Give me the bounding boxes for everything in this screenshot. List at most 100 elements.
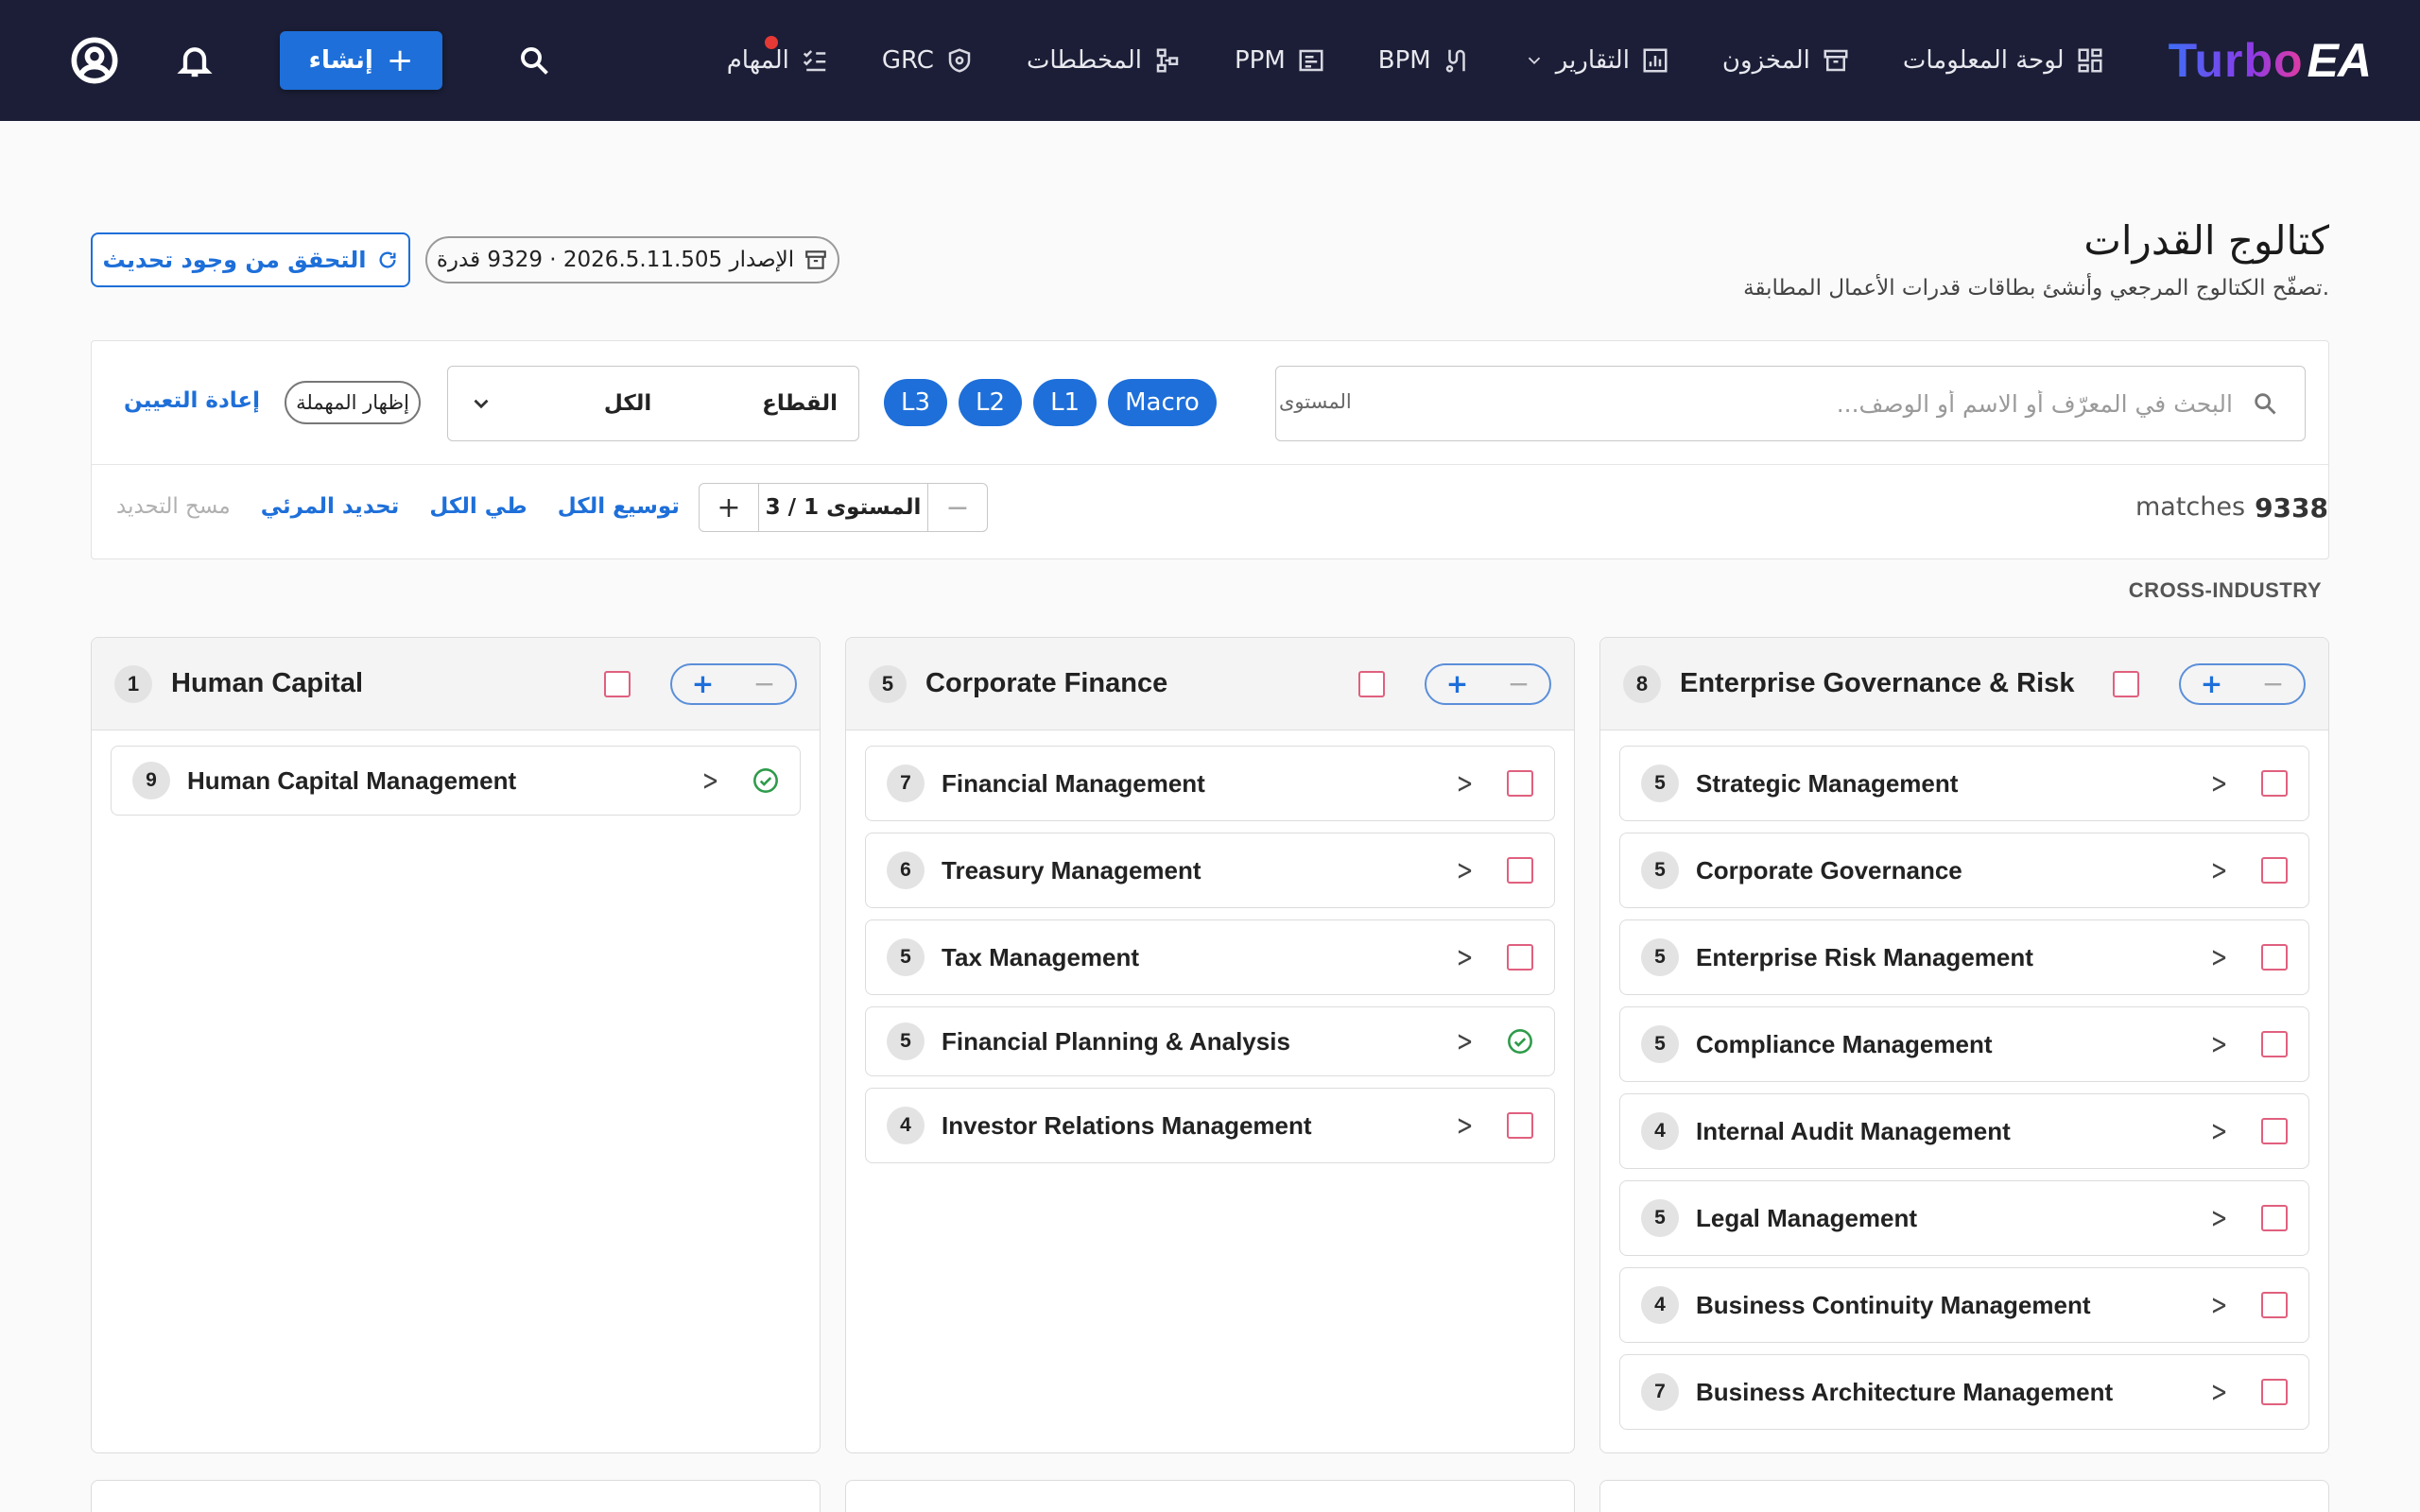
column-header[interactable]: 1 Human Capital + − xyxy=(92,638,820,730)
select-visible-link[interactable]: تحديد المرئي xyxy=(246,494,415,519)
capability-row[interactable]: 4 Internal Audit Management > xyxy=(1619,1093,2309,1169)
select-checkbox[interactable] xyxy=(2261,1031,2288,1057)
chevron-right-icon[interactable]: > xyxy=(2211,1289,2228,1322)
chevron-right-icon[interactable]: > xyxy=(1457,767,1474,800)
search-button[interactable] xyxy=(500,26,568,94)
capability-row[interactable]: 5 Financial Planning & Analysis > xyxy=(865,1006,1555,1076)
chevron-right-icon[interactable]: > xyxy=(2211,941,2228,974)
chevron-right-icon[interactable]: > xyxy=(1457,941,1474,974)
expand-collapse-toggle: + − xyxy=(1425,662,1551,705)
select-checkbox[interactable] xyxy=(2261,1379,2288,1405)
capability-row[interactable]: 5 Enterprise Risk Management > xyxy=(1619,919,2309,995)
capability-row[interactable]: 5 Legal Management > xyxy=(1619,1180,2309,1256)
level-filter-label: المستوى xyxy=(1279,390,1352,413)
chevron-right-icon[interactable]: > xyxy=(1457,1025,1474,1058)
create-button[interactable]: + إنشاء xyxy=(280,31,442,90)
chevron-right-icon[interactable]: > xyxy=(2211,767,2228,800)
show-deprecated-toggle[interactable]: إظهار المهملة xyxy=(285,381,421,424)
child-count-badge: 5 xyxy=(887,938,925,976)
select-checkbox[interactable] xyxy=(2261,770,2288,797)
collapse-button[interactable]: − xyxy=(1488,668,1549,699)
level-chip-l3[interactable]: L3 xyxy=(884,379,948,426)
expand-button[interactable]: + xyxy=(1426,668,1488,699)
nav-ppm[interactable]: PPM xyxy=(1208,0,1352,121)
nav-reports-label: التقارير xyxy=(1555,46,1630,75)
column-title: Enterprise Governance & Risk xyxy=(1680,668,2075,698)
expand-button[interactable]: + xyxy=(672,668,734,699)
project-icon xyxy=(1299,49,1323,72)
select-checkbox[interactable] xyxy=(1507,770,1533,797)
level-chip-l1[interactable]: L1 xyxy=(1033,379,1098,426)
select-checkbox[interactable] xyxy=(604,670,631,697)
notification-dot xyxy=(764,36,778,49)
capability-list: 9 Human Capital Management > xyxy=(92,730,820,816)
search-icon xyxy=(2255,393,2276,415)
child-count-badge: 4 xyxy=(1641,1286,1679,1324)
check-for-update-button[interactable]: التحقق من وجود تحديث xyxy=(91,232,410,287)
capability-row[interactable]: 5 Corporate Governance > xyxy=(1619,833,2309,908)
capability-title: Tax Management xyxy=(942,942,1140,971)
chevron-right-icon[interactable]: > xyxy=(2211,1376,2228,1409)
select-checkbox[interactable] xyxy=(1358,670,1385,697)
catalog-search-input[interactable] xyxy=(1305,375,2233,432)
level-decrease-button[interactable]: − xyxy=(928,484,987,531)
notifications-button[interactable] xyxy=(161,26,229,94)
select-checkbox[interactable] xyxy=(1507,944,1533,971)
child-count-badge: 5 xyxy=(887,1022,925,1060)
select-checkbox[interactable] xyxy=(2261,857,2288,884)
select-checkbox[interactable] xyxy=(2261,944,2288,971)
nav-inventory[interactable]: المخزون xyxy=(1696,0,1876,121)
expand-all-link[interactable]: توسيع الكل xyxy=(543,494,695,519)
column-header[interactable]: 5 Corporate Finance + − xyxy=(846,638,1574,730)
level-chip-macro[interactable]: Macro xyxy=(1108,379,1217,426)
column-header[interactable]: 8 Enterprise Governance & Risk + − xyxy=(1600,638,2328,730)
nav-grc[interactable]: GRC xyxy=(856,0,1000,121)
child-count-badge: 7 xyxy=(887,765,925,802)
capability-row[interactable]: 5 Strategic Management > xyxy=(1619,746,2309,821)
clear-selection-link[interactable]: مسح التحديد xyxy=(101,494,246,519)
chevron-right-icon[interactable]: > xyxy=(2211,1202,2228,1235)
sector-select[interactable]: القطاع الكل xyxy=(447,366,859,441)
capability-row[interactable]: 4 Investor Relations Management > xyxy=(865,1088,1555,1163)
chevron-right-icon[interactable]: > xyxy=(1457,854,1474,887)
search-box[interactable] xyxy=(1275,366,2306,441)
collapse-button[interactable]: − xyxy=(2242,668,2304,699)
chevron-right-icon[interactable]: > xyxy=(702,765,719,798)
level-increase-button[interactable]: + xyxy=(700,484,758,531)
select-checkbox[interactable] xyxy=(2113,670,2139,697)
capability-title: Business Architecture Management xyxy=(1696,1377,2114,1406)
nav-diagrams[interactable]: المخططات xyxy=(1000,0,1208,121)
nav-bpm[interactable]: BPM xyxy=(1352,0,1497,121)
collapse-all-link[interactable]: طي الكل xyxy=(414,494,542,519)
capability-row[interactable]: 5 Tax Management > xyxy=(865,919,1555,995)
level-chip-l2[interactable]: L2 xyxy=(959,379,1023,426)
nav-inventory-label: المخزون xyxy=(1721,46,1810,75)
chevron-right-icon[interactable]: > xyxy=(2211,1028,2228,1061)
turboea-logo[interactable]: Turbo EA xyxy=(2169,33,2372,88)
collapse-button[interactable]: − xyxy=(734,668,795,699)
expand-button[interactable]: + xyxy=(2181,668,2242,699)
select-checkbox[interactable] xyxy=(1507,1112,1533,1139)
select-checkbox[interactable] xyxy=(2261,1292,2288,1318)
nav-dashboard[interactable]: لوحة المعلومات xyxy=(1876,0,2131,121)
tree-actions: توسيع الكل طي الكل تحديد المرئي مسح التح… xyxy=(101,494,695,519)
chevron-right-icon[interactable]: > xyxy=(2211,854,2228,887)
matches-count: matches 9338 xyxy=(2135,492,2328,524)
chevron-right-icon[interactable]: > xyxy=(1457,1109,1474,1143)
select-checkbox[interactable] xyxy=(2261,1205,2288,1231)
chevron-right-icon[interactable]: > xyxy=(2211,1115,2228,1148)
archive-icon xyxy=(1824,49,1848,72)
capability-row[interactable]: 7 Business Architecture Management > xyxy=(1619,1354,2309,1430)
child-count-badge: 1 xyxy=(114,664,152,703)
capability-row[interactable]: 7 Financial Management > xyxy=(865,746,1555,821)
capability-row[interactable]: 5 Compliance Management > xyxy=(1619,1006,2309,1082)
nav-reports[interactable]: التقارير xyxy=(1497,0,1696,121)
select-checkbox[interactable] xyxy=(2261,1118,2288,1144)
capability-row[interactable]: 9 Human Capital Management > xyxy=(111,746,801,816)
account-button[interactable] xyxy=(60,26,129,94)
capability-row[interactable]: 6 Treasury Management > xyxy=(865,833,1555,908)
nav-tasks[interactable]: المهام xyxy=(700,0,856,121)
select-checkbox[interactable] xyxy=(1507,857,1533,884)
capability-row[interactable]: 4 Business Continuity Management > xyxy=(1619,1267,2309,1343)
reset-filters-link[interactable]: إعادة التعيين xyxy=(124,388,260,413)
